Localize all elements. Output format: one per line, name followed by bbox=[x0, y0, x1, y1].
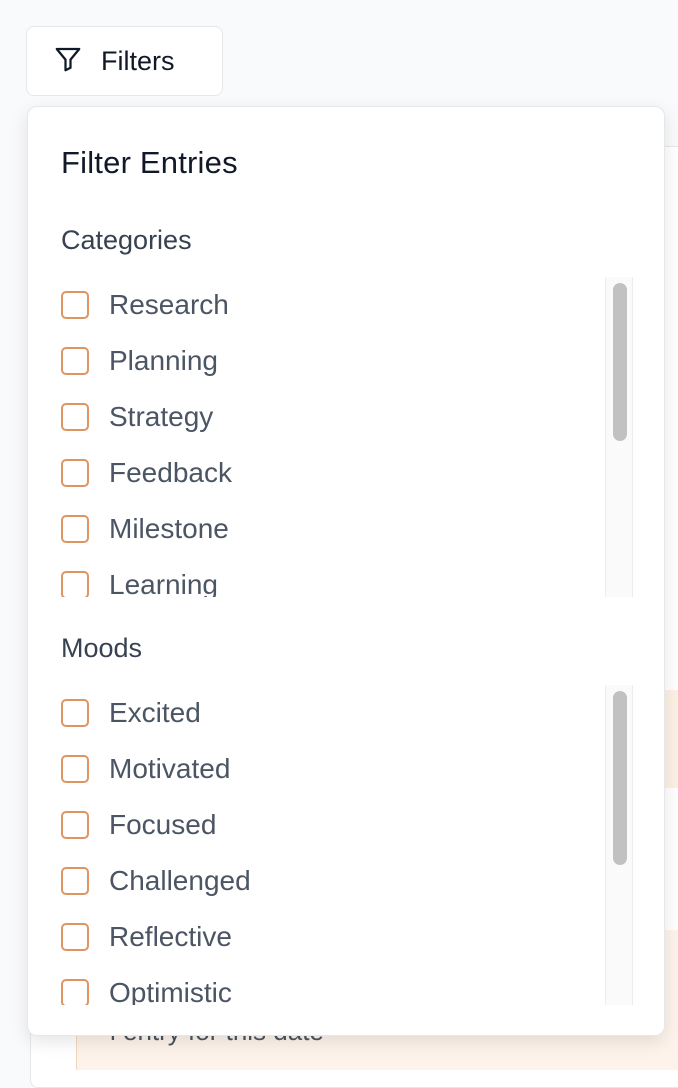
option-label: Planning bbox=[109, 345, 218, 376]
option-label: Motivated bbox=[109, 753, 231, 784]
option-label: Learning bbox=[109, 569, 218, 597]
checkbox[interactable] bbox=[61, 571, 89, 597]
category-option[interactable]: Research bbox=[61, 277, 633, 333]
filters-button[interactable]: Filters bbox=[26, 26, 223, 96]
categories-heading: Categories bbox=[61, 225, 192, 255]
checkbox[interactable] bbox=[61, 755, 89, 783]
checkbox[interactable] bbox=[61, 347, 89, 375]
mood-option[interactable]: Optimistic bbox=[61, 965, 633, 1005]
checkbox[interactable] bbox=[61, 515, 89, 543]
option-label: Feedback bbox=[109, 457, 232, 488]
checkbox[interactable] bbox=[61, 923, 89, 951]
checkbox[interactable] bbox=[61, 867, 89, 895]
mood-option[interactable]: Challenged bbox=[61, 853, 633, 909]
checkbox[interactable] bbox=[61, 459, 89, 487]
scrollbar-thumb[interactable] bbox=[613, 283, 627, 441]
scrollbar-thumb[interactable] bbox=[613, 691, 627, 865]
filters-button-label: Filters bbox=[101, 45, 175, 76]
category-option[interactable]: Feedback bbox=[61, 445, 633, 501]
filter-popover: Filter Entries Categories Research Plann… bbox=[27, 106, 665, 1036]
option-label: Milestone bbox=[109, 513, 229, 544]
mood-option[interactable]: Excited bbox=[61, 685, 633, 741]
categories-list[interactable]: Research Planning Strategy Feedback Mile… bbox=[61, 277, 633, 597]
popover-title: Filter Entries bbox=[61, 145, 238, 180]
mood-option[interactable]: Focused bbox=[61, 797, 633, 853]
checkbox[interactable] bbox=[61, 979, 89, 1005]
checkbox[interactable] bbox=[61, 811, 89, 839]
option-label: Focused bbox=[109, 809, 217, 840]
category-option[interactable]: Learning bbox=[61, 557, 633, 597]
moods-scrollbar[interactable] bbox=[605, 685, 633, 1005]
category-option[interactable]: Planning bbox=[61, 333, 633, 389]
option-label: Excited bbox=[109, 697, 201, 728]
moods-list[interactable]: Excited Motivated Focused Challenged Ref… bbox=[61, 685, 633, 1005]
checkbox[interactable] bbox=[61, 291, 89, 319]
option-label: Research bbox=[109, 289, 229, 320]
option-label: Challenged bbox=[109, 865, 251, 896]
categories-scrollbar[interactable] bbox=[605, 277, 633, 597]
filter-funnel-icon bbox=[53, 44, 83, 79]
mood-option[interactable]: Reflective bbox=[61, 909, 633, 965]
option-label: Reflective bbox=[109, 921, 232, 952]
moods-heading: Moods bbox=[61, 633, 143, 663]
category-option[interactable]: Strategy bbox=[61, 389, 633, 445]
option-label: Optimistic bbox=[109, 977, 232, 1005]
option-label: Strategy bbox=[109, 401, 214, 432]
category-option[interactable]: Milestone bbox=[61, 501, 633, 557]
checkbox[interactable] bbox=[61, 403, 89, 431]
mood-option[interactable]: Motivated bbox=[61, 741, 633, 797]
checkbox[interactable] bbox=[61, 699, 89, 727]
